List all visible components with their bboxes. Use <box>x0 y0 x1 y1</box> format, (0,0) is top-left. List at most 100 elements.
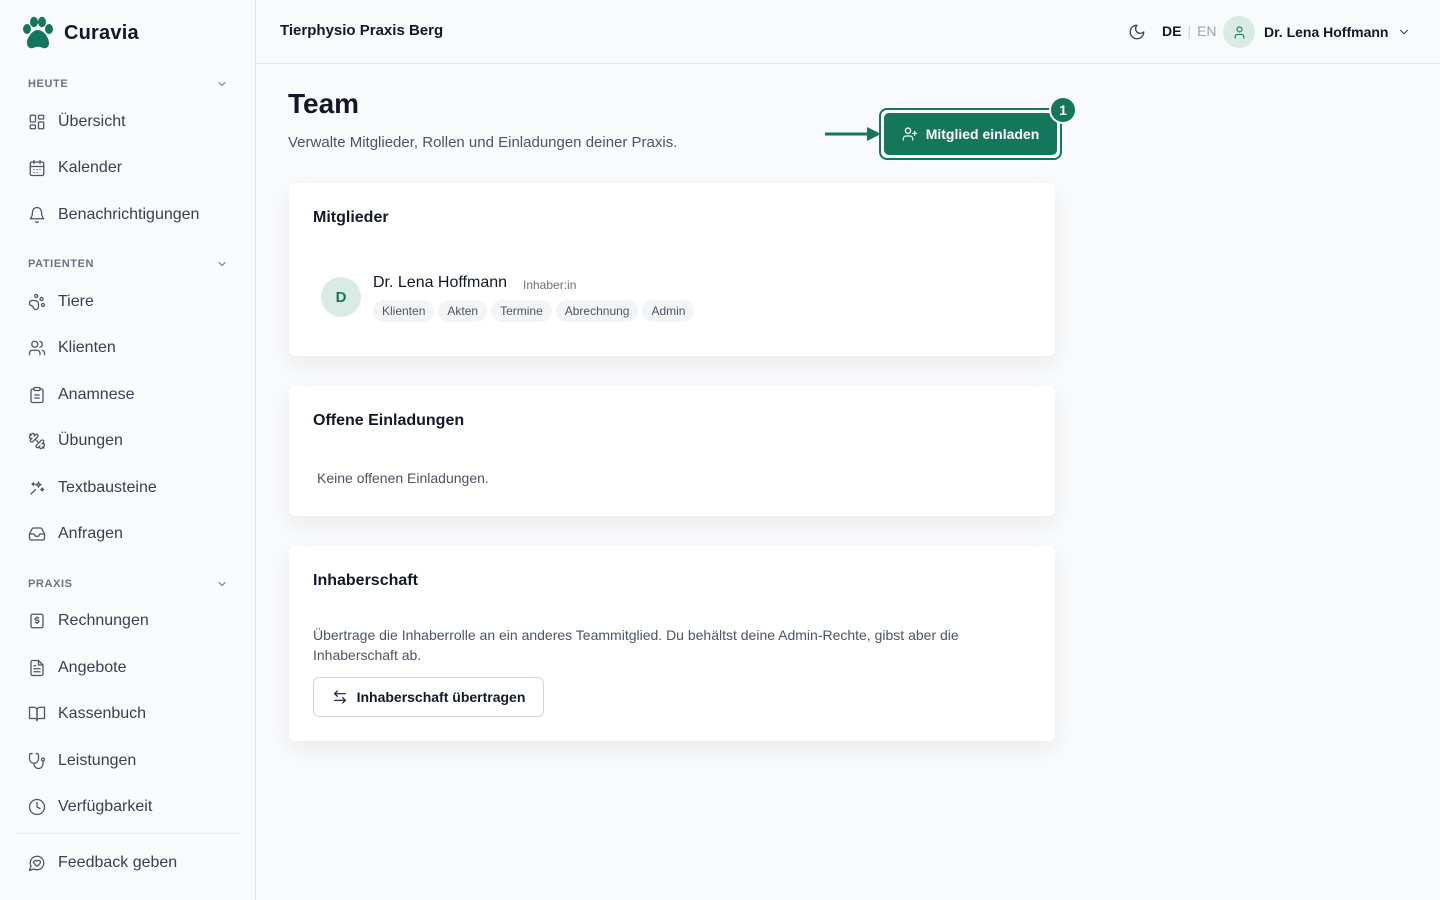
sidebar-item-label: Rechnungen <box>58 612 149 629</box>
invitations-card-title: Offene Einladungen <box>313 412 465 429</box>
avatar: D <box>321 277 361 317</box>
paw-icon <box>28 293 46 311</box>
sidebar-item-feedback[interactable]: Feedback geben <box>16 844 240 882</box>
brand-name: Curavia <box>64 21 139 44</box>
sidebar-item-label: Anamnese <box>58 386 135 403</box>
sidebar-item-textbausteine[interactable]: Textbausteine <box>16 469 240 507</box>
sidebar-item-klienten[interactable]: Klienten <box>16 329 240 367</box>
sidebar-item-verfuegbarkeit[interactable]: Verfügbarkeit <box>16 788 240 826</box>
sidebar-item-label: Anfragen <box>58 525 123 542</box>
users-icon <box>28 340 46 356</box>
sidebar-item-kalender[interactable]: Kalender <box>16 149 240 187</box>
sidebar-section-patienten[interactable]: PATIENTEN <box>28 256 228 272</box>
lang-separator: | <box>1187 23 1192 39</box>
user-plus-icon <box>902 127 917 141</box>
sidebar-item-label: Klienten <box>58 339 116 356</box>
paw-logo-icon <box>23 16 53 49</box>
sidebar-item-label: Verfügbarkeit <box>58 798 153 815</box>
stethoscope-icon <box>28 752 46 770</box>
ownership-card-title: Inhaberschaft <box>313 572 418 589</box>
sidebar-item-label: Übersicht <box>58 113 126 130</box>
inbox-icon <box>28 527 46 541</box>
members-card: Mitglieder D Dr. Lena Hoffmann Inhaber:i… <box>289 183 1055 356</box>
member-role: Inhaber:in <box>523 278 577 292</box>
sparkles-icon <box>30 481 45 495</box>
section-label: PRAXIS <box>28 578 73 590</box>
clock-icon <box>28 798 46 816</box>
user-icon <box>1234 25 1244 39</box>
bell-icon <box>29 206 45 224</box>
language-switcher: DE | EN <box>1162 23 1217 39</box>
book-open-icon <box>28 706 46 722</box>
sidebar-section-heute[interactable]: HEUTE <box>28 76 228 92</box>
layout-grid-icon <box>29 114 45 130</box>
page-title: Team <box>288 88 360 119</box>
sidebar: Curavia HEUTE Übersicht Kalender Benachr… <box>0 0 256 900</box>
ownership-card: Inhaberschaft Übertrage die Inhaberrolle… <box>289 546 1055 741</box>
receipt-icon <box>30 613 44 629</box>
arrow-left-right-icon <box>333 690 346 704</box>
clipboard-icon <box>30 386 44 404</box>
empty-state-text: Keine offenen Einladungen. <box>317 470 489 486</box>
sidebar-item-uebersicht[interactable]: Übersicht <box>16 103 240 141</box>
chevron-down-icon <box>218 262 226 266</box>
sidebar-item-label: Übungen <box>58 432 123 449</box>
step-badge: 1 <box>1049 96 1077 124</box>
sidebar-item-label: Feedback geben <box>58 854 178 871</box>
sidebar-item-rechnungen[interactable]: Rechnungen <box>16 602 240 640</box>
sidebar-item-kassenbuch[interactable]: Kassenbuch <box>16 695 240 733</box>
invite-member-button[interactable]: Mitglied einladen <box>884 113 1057 155</box>
invite-member-label: Mitglied einladen <box>925 126 1040 142</box>
calendar-icon <box>29 159 45 177</box>
user-name: Dr. Lena Hoffmann <box>1264 24 1389 40</box>
sidebar-item-anfragen[interactable]: Anfragen <box>16 515 240 553</box>
file-text-icon <box>30 659 44 677</box>
chevron-down-icon <box>218 82 226 86</box>
sidebar-item-label: Kassenbuch <box>58 705 147 722</box>
practice-name: Tierphysio Praxis Berg <box>280 22 444 39</box>
member-name: Dr. Lena Hoffmann <box>373 274 508 291</box>
chevron-down-icon <box>1400 29 1409 35</box>
moon-icon <box>1129 24 1145 40</box>
section-label: HEUTE <box>28 78 69 90</box>
user-menu-button[interactable]: Dr. Lena Hoffmann <box>1223 16 1411 48</box>
permission-tag: Abrechnung <box>555 300 639 322</box>
top-bar: Tierphysio Praxis Berg DE | EN Dr. Lena … <box>256 0 1440 64</box>
sidebar-item-benachrichtigungen[interactable]: Benachrichtigungen <box>16 196 240 234</box>
chevron-down-icon <box>218 582 226 586</box>
permission-tag: Admin <box>642 300 695 322</box>
theme-toggle-button[interactable] <box>1126 21 1148 43</box>
permission-tag: Klienten <box>373 300 435 322</box>
sidebar-item-label: Leistungen <box>58 752 137 769</box>
arrow-right-icon <box>825 127 881 141</box>
sidebar-item-uebungen[interactable]: Übungen <box>16 422 240 460</box>
invite-button-highlight: Mitglied einladen <box>879 108 1062 160</box>
sidebar-section-praxis[interactable]: PRAXIS <box>28 576 228 592</box>
lang-de-link[interactable]: DE <box>1162 23 1181 39</box>
invitations-card: Offene Einladungen Keine offenen Einladu… <box>289 386 1055 516</box>
sidebar-item-label: Textbausteine <box>58 479 157 496</box>
members-card-title: Mitglieder <box>313 209 389 226</box>
dumbbell-icon <box>28 432 46 450</box>
permission-tag: Termine <box>491 300 552 322</box>
page-subtitle: Verwalte Mitglieder, Rollen und Einladun… <box>288 134 678 151</box>
lang-en-link[interactable]: EN <box>1197 23 1216 39</box>
sidebar-divider <box>16 833 240 834</box>
transfer-ownership-label: Inhaberschaft übertragen <box>356 689 526 705</box>
sidebar-item-anamnese[interactable]: Anamnese <box>16 376 240 414</box>
section-label: PATIENTEN <box>28 258 95 270</box>
sidebar-item-label: Benachrichtigungen <box>58 206 200 223</box>
sidebar-item-label: Tiere <box>58 293 94 310</box>
permission-tag: Akten <box>438 300 488 322</box>
sidebar-item-label: Angebote <box>58 659 127 676</box>
ownership-description: Übertrage die Inhaberrolle an ein andere… <box>313 627 959 663</box>
brand-logo[interactable]: Curavia <box>20 15 139 51</box>
sidebar-item-angebote[interactable]: Angebote <box>16 649 240 687</box>
transfer-ownership-button[interactable]: Inhaberschaft übertragen <box>313 677 544 717</box>
sidebar-item-leistungen[interactable]: Leistungen <box>16 742 240 780</box>
permission-tags: Klienten Akten Termine Abrechnung Admin <box>373 300 695 322</box>
sidebar-item-label: Kalender <box>58 159 123 176</box>
avatar <box>1223 16 1255 48</box>
sidebar-item-tiere[interactable]: Tiere <box>16 283 240 321</box>
message-heart-icon <box>28 855 45 872</box>
